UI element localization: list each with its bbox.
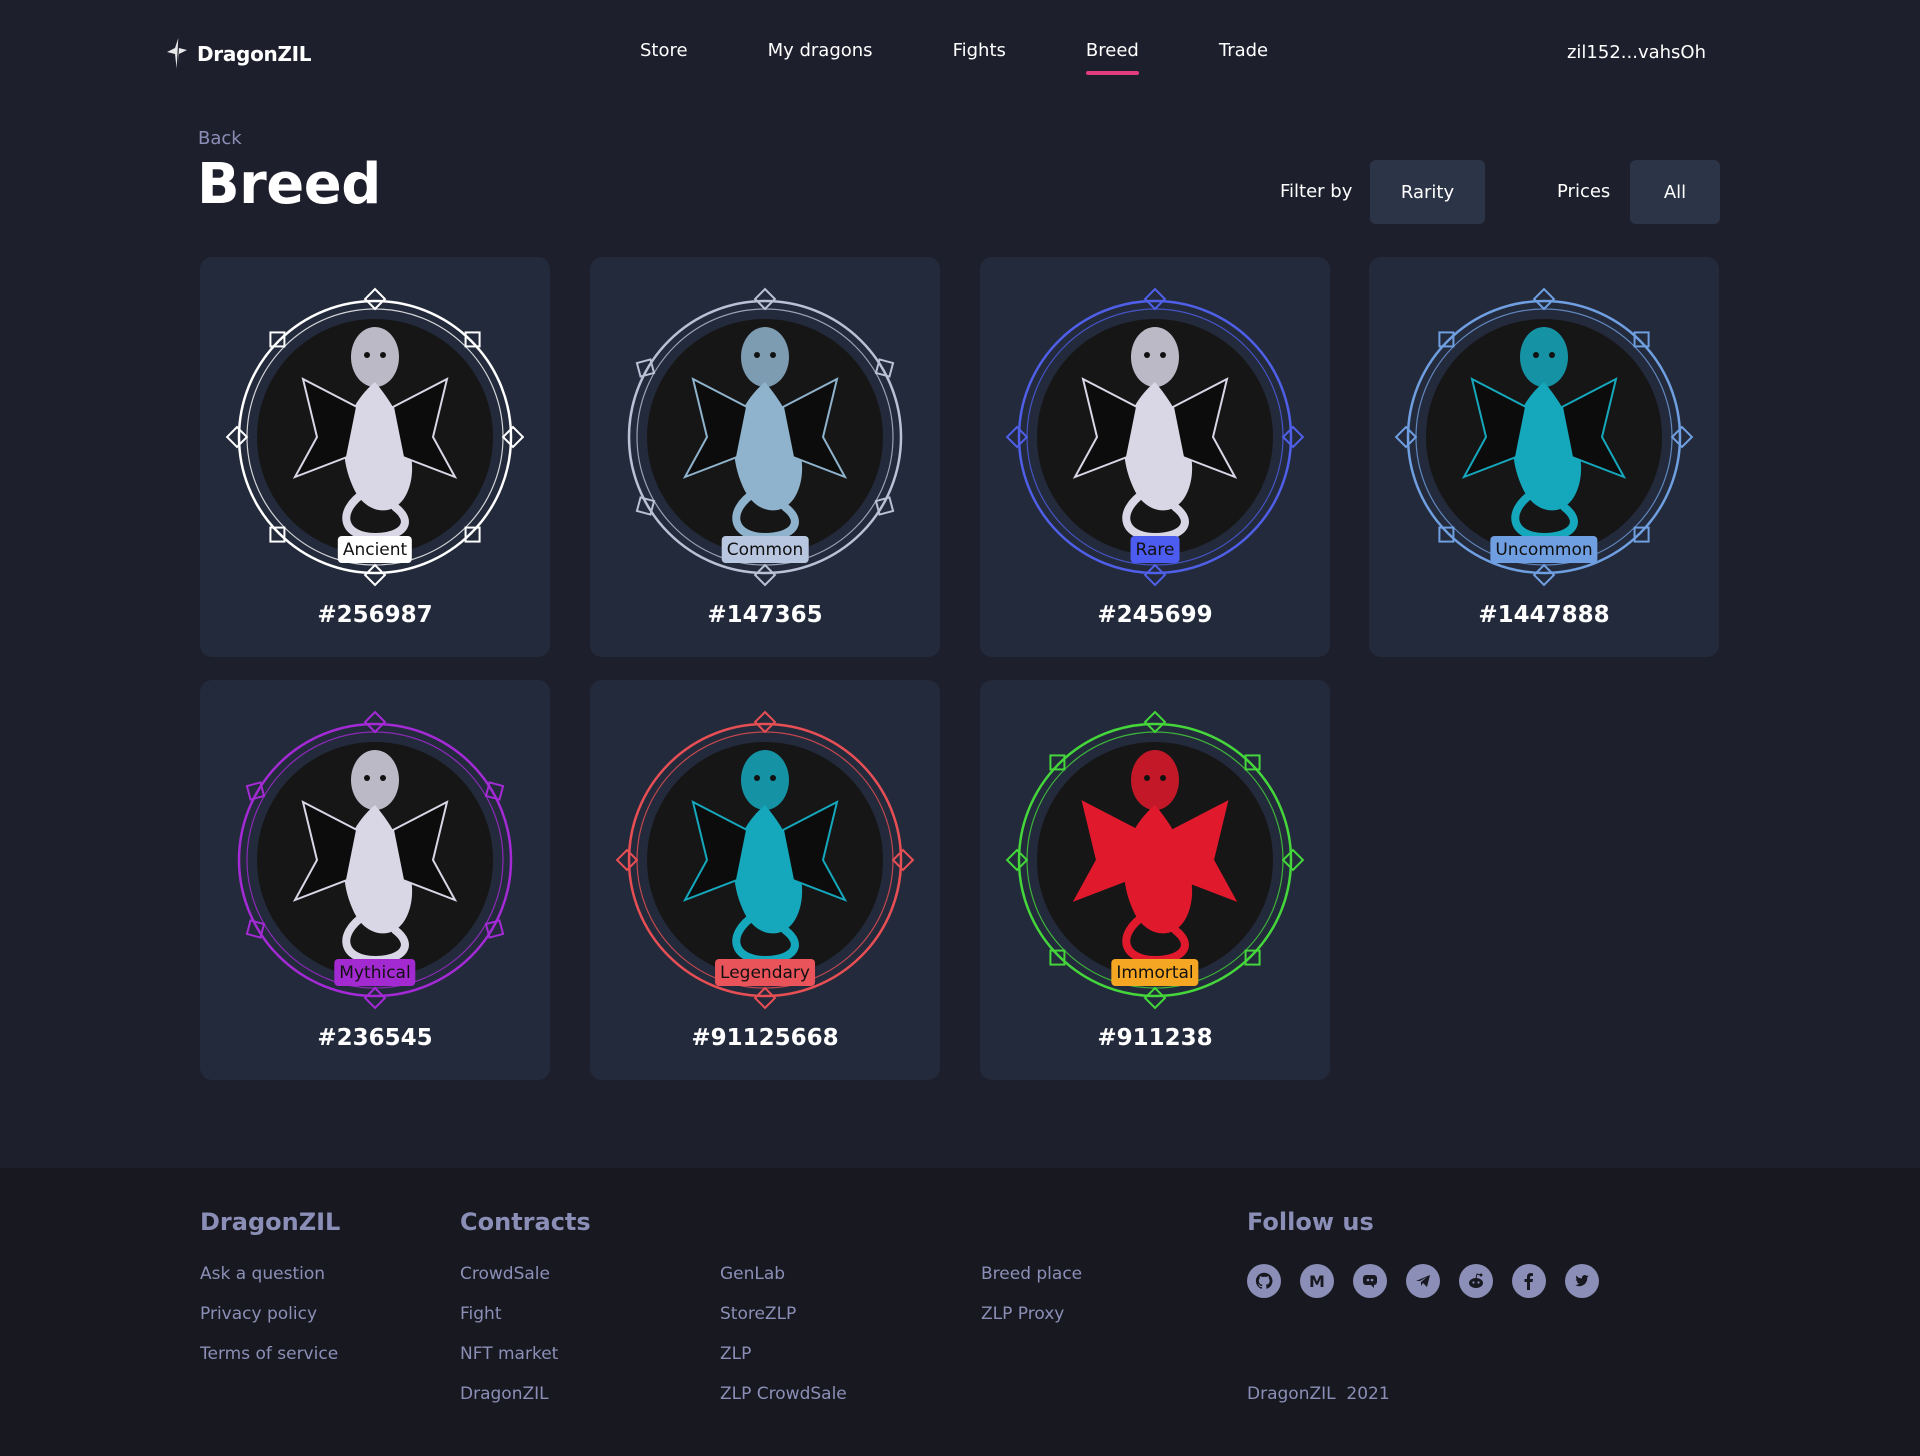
telegram-icon[interactable] [1406, 1264, 1440, 1298]
facebook-icon[interactable] [1512, 1264, 1546, 1298]
contract-link[interactable]: CrowdSale [460, 1264, 550, 1284]
contract-link[interactable]: ZLP Proxy [981, 1304, 1064, 1324]
brand-logo[interactable]: DragonZIL [165, 34, 312, 74]
nav-breed[interactable]: Breed [1085, 40, 1139, 75]
reddit-icon[interactable] [1459, 1264, 1493, 1298]
dragon-card[interactable]: Legendary #91125668 [590, 680, 940, 1080]
footer-contracts-title: Contracts [460, 1208, 591, 1236]
nav-my-dragons[interactable]: My dragons [768, 40, 873, 75]
dragon-id: #236545 [317, 1025, 433, 1051]
dragon-id: #256987 [317, 602, 433, 628]
dragon-card[interactable]: Mythical #236545 [200, 680, 550, 1080]
footer-link[interactable]: Privacy policy [200, 1304, 317, 1324]
contract-link[interactable]: ZLP [720, 1344, 751, 1364]
page-title: Breed [197, 152, 381, 217]
contract-link[interactable]: NFT market [460, 1344, 558, 1364]
discord-icon[interactable] [1353, 1264, 1387, 1298]
footer-brand: DragonZIL [200, 1208, 341, 1236]
contract-link[interactable]: Breed place [981, 1264, 1082, 1284]
rarity-badge: Common [721, 536, 809, 563]
medium-icon[interactable]: M [1300, 1264, 1334, 1298]
contract-link[interactable]: DragonZIL [460, 1384, 549, 1404]
nav-trade[interactable]: Trade [1219, 40, 1268, 75]
nav-store[interactable]: Store [640, 40, 688, 75]
dragon-id: #1447888 [1478, 602, 1610, 628]
dragon-card[interactable]: Ancient #256987 [200, 257, 550, 657]
rarity-badge: Uncommon [1490, 536, 1598, 563]
wallet-address[interactable]: zil152...vahsOh [1567, 42, 1706, 63]
github-icon[interactable] [1247, 1264, 1281, 1298]
prices-label: Prices [1557, 181, 1611, 202]
dragon-card[interactable]: Immortal #911238 [980, 680, 1330, 1080]
rarity-badge: Legendary [715, 959, 815, 986]
contract-link[interactable]: ZLP CrowdSale [720, 1384, 847, 1404]
contract-link[interactable]: Fight [460, 1304, 502, 1324]
dragon-card[interactable]: Common #147365 [590, 257, 940, 657]
brand-name: DragonZIL [197, 42, 312, 66]
rarity-badge: Mythical [334, 959, 416, 986]
twitter-icon[interactable] [1565, 1264, 1599, 1298]
dragon-id: #91125668 [691, 1025, 839, 1051]
nav-fights[interactable]: Fights [953, 40, 1006, 75]
filter-label: Filter by [1280, 181, 1353, 202]
rarity-badge: Ancient [337, 536, 413, 563]
footer-link[interactable]: Ask a question [200, 1264, 325, 1284]
top-header: DragonZIL Store My dragons Fights Breed … [0, 0, 1920, 108]
rarity-badge: Immortal [1111, 959, 1199, 986]
footer-follow-title: Follow us [1247, 1208, 1374, 1236]
contract-link[interactable]: StoreZLP [720, 1304, 796, 1324]
dragon-id: #147365 [707, 602, 823, 628]
rarity-badge: Rare [1130, 536, 1180, 563]
dragon-logo-icon [167, 35, 187, 73]
copyright: DragonZIL 2021 [1247, 1384, 1390, 1404]
dragon-card[interactable]: Rare #245699 [980, 257, 1330, 657]
footer-link[interactable]: Terms of service [200, 1344, 338, 1364]
rarity-filter-button[interactable]: Rarity [1370, 160, 1485, 224]
contract-link[interactable]: GenLab [720, 1264, 785, 1284]
main-nav: Store My dragons Fights Breed Trade [640, 40, 1348, 75]
back-link[interactable]: Back [198, 128, 242, 149]
dragon-card[interactable]: Uncommon #1447888 [1369, 257, 1719, 657]
prices-filter-button[interactable]: All [1630, 160, 1720, 224]
page-footer: DragonZIL Ask a question Privacy policy … [0, 1168, 1920, 1456]
dragon-id: #245699 [1097, 602, 1213, 628]
dragon-id: #911238 [1097, 1025, 1213, 1051]
